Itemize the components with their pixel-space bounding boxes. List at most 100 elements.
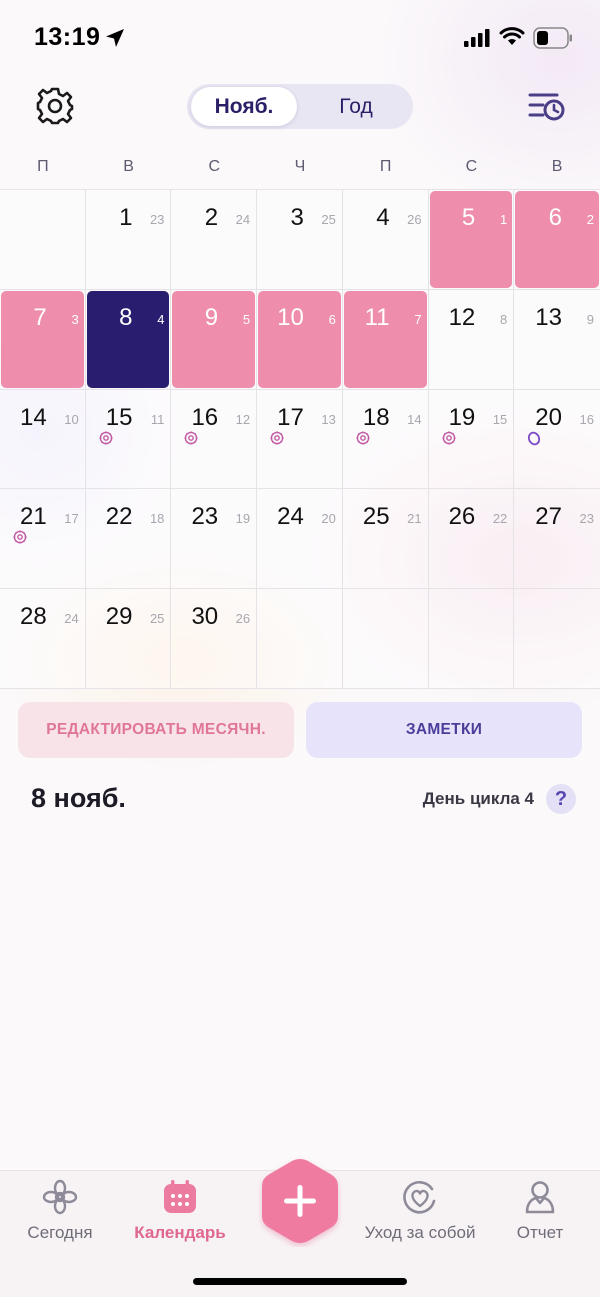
calendar-day-cell[interactable]: 17 13 <box>257 389 343 490</box>
calendar-day-cell[interactable]: 4 26 <box>342 190 429 290</box>
calendar-grid: 1 23 2 24 3 25 4 26 5 1 6 2 7 3 8 4 9 5 10 6 11 7 12 8 13 9 14 10 15… <box>0 189 600 689</box>
calendar-day-cell[interactable]: 27 23 <box>514 489 600 590</box>
selected-date-title: 8 нояб. <box>31 783 126 813</box>
cycle-day-number: 26 <box>235 611 251 627</box>
status-time: 13:19 <box>34 23 101 51</box>
calendar-day-cell[interactable]: 18 14 <box>342 389 429 490</box>
fertile-flower-icon <box>441 430 457 446</box>
day-number: 12 <box>448 303 476 331</box>
calendar-icon <box>164 1180 196 1213</box>
fertile-flower-icon <box>355 430 371 446</box>
cycle-day-number: 1 <box>500 212 508 227</box>
calendar-day-cell[interactable]: 13 9 <box>514 289 600 390</box>
weekday-mon: П <box>37 158 49 175</box>
cycle-day-number: 10 <box>64 411 79 427</box>
calendar-day-cell[interactable]: 84 <box>85 289 172 390</box>
calendar-day-cell[interactable]: 19 15 <box>428 389 515 490</box>
location-arrow-icon <box>106 29 124 47</box>
tab-today[interactable]: Сегодня <box>0 1171 120 1271</box>
calendar-day-cell[interactable]: 26 22 <box>428 489 515 590</box>
calendar-day-cell[interactable]: 51 <box>428 190 515 290</box>
settings-gear-icon[interactable] <box>35 86 75 126</box>
calendar-day-cell[interactable]: 25 21 <box>342 489 429 590</box>
day-number: 9 <box>204 303 219 331</box>
cycle-day-number: 26 <box>407 212 422 227</box>
day-number: 3 <box>290 204 304 231</box>
calendar-day-cell[interactable]: 2 24 <box>171 190 258 290</box>
calendar-empty-cell <box>428 589 515 689</box>
day-number: 29 <box>105 603 133 631</box>
cycle-history-icon[interactable] <box>527 88 565 124</box>
calendar-empty-cell <box>514 589 600 689</box>
calendar-day-cell[interactable]: 20 16 <box>514 389 600 490</box>
fertile-flower-icon <box>12 529 28 545</box>
day-number: 26 <box>448 503 476 531</box>
weekday-tue: В <box>123 158 134 175</box>
cellular-signal-icon <box>464 29 490 47</box>
cycle-day-number: 7 <box>414 311 422 327</box>
calendar-day-cell[interactable]: 3 25 <box>257 190 343 290</box>
cycle-day-number: 13 <box>321 411 336 427</box>
view-mode-segmented-control: Нояб. Год <box>187 84 413 129</box>
ovulation-ring-icon <box>526 430 542 446</box>
calendar-day-cell[interactable]: 15 11 <box>85 389 172 490</box>
tab-report[interactable]: Отчет <box>480 1171 600 1271</box>
weekday-wed: С <box>208 158 221 175</box>
weekday-thu: Ч <box>294 158 306 175</box>
day-number: 6 <box>548 204 562 231</box>
day-number: 4 <box>376 204 390 231</box>
calendar-day-cell[interactable]: 11 7 <box>342 289 429 390</box>
day-number: 28 <box>20 603 47 631</box>
calendar-day-cell[interactable]: 10 6 <box>257 289 343 390</box>
calendar-day-cell[interactable]: 14 10 <box>0 389 86 490</box>
cycle-day-number: 19 <box>235 511 251 527</box>
calendar-day-cell[interactable]: 21 17 <box>0 489 86 590</box>
fertile-flower-icon <box>269 430 285 446</box>
calendar-day-cell[interactable]: 30 26 <box>171 589 258 689</box>
cycle-day-number: 9 <box>586 311 594 327</box>
calendar-day-cell[interactable]: 28 24 <box>0 589 86 689</box>
day-number: 25 <box>362 503 390 531</box>
day-number: 21 <box>20 503 47 531</box>
calendar-day-cell[interactable]: 22 18 <box>85 489 172 590</box>
battery-icon <box>533 27 572 49</box>
cycle-day-number: 12 <box>235 411 251 427</box>
calendar-empty-cell <box>342 589 429 689</box>
day-number: 27 <box>535 503 562 531</box>
cycle-day-number: 5 <box>242 311 251 327</box>
notes-button[interactable]: ЗАМЕТКИ <box>306 702 582 758</box>
calendar-day-cell[interactable]: 23 19 <box>171 489 258 590</box>
day-number: 23 <box>191 503 219 531</box>
calendar-day-cell[interactable]: 29 25 <box>85 589 172 689</box>
calendar-day-cell[interactable]: 24 20 <box>257 489 343 590</box>
calendar-day-cell[interactable]: 62 <box>514 190 600 290</box>
cycle-day-number: 24 <box>235 212 251 227</box>
cycle-day-number: 11 <box>150 411 165 427</box>
tab-calendar[interactable]: Календарь <box>120 1171 240 1271</box>
cycle-day-number: 3 <box>71 311 79 327</box>
tab-self-care[interactable]: Уход за собой <box>358 1171 482 1271</box>
day-number: 2 <box>204 204 219 231</box>
add-plus-button[interactable] <box>258 1155 342 1247</box>
weekday-header: П В С Ч П С В <box>0 152 600 182</box>
cycle-day-number: 22 <box>492 511 508 527</box>
home-indicator <box>193 1278 407 1285</box>
calendar-day-cell[interactable]: 95 <box>171 289 258 390</box>
segment-year[interactable]: Год <box>303 87 409 126</box>
day-number: 14 <box>20 403 47 431</box>
calendar-empty-cell <box>257 589 343 689</box>
calendar-day-cell[interactable]: 1 23 <box>85 190 172 290</box>
help-button[interactable]: ? <box>546 784 576 814</box>
calendar-day-cell[interactable]: 12 8 <box>428 289 515 390</box>
segment-month[interactable]: Нояб. <box>191 87 297 126</box>
day-number: 7 <box>33 303 47 331</box>
cycle-day-number: 4 <box>157 311 165 327</box>
edit-period-button[interactable]: РЕДАКТИРОВАТЬ МЕСЯЧН. <box>18 702 294 758</box>
day-number: 18 <box>362 403 390 431</box>
day-number: 1 <box>119 204 133 231</box>
day-number: 11 <box>364 303 390 331</box>
day-number: 15 <box>105 403 133 431</box>
calendar-day-cell[interactable]: 73 <box>0 289 86 390</box>
cycle-day-number: 21 <box>407 511 422 527</box>
calendar-day-cell[interactable]: 16 12 <box>171 389 258 490</box>
